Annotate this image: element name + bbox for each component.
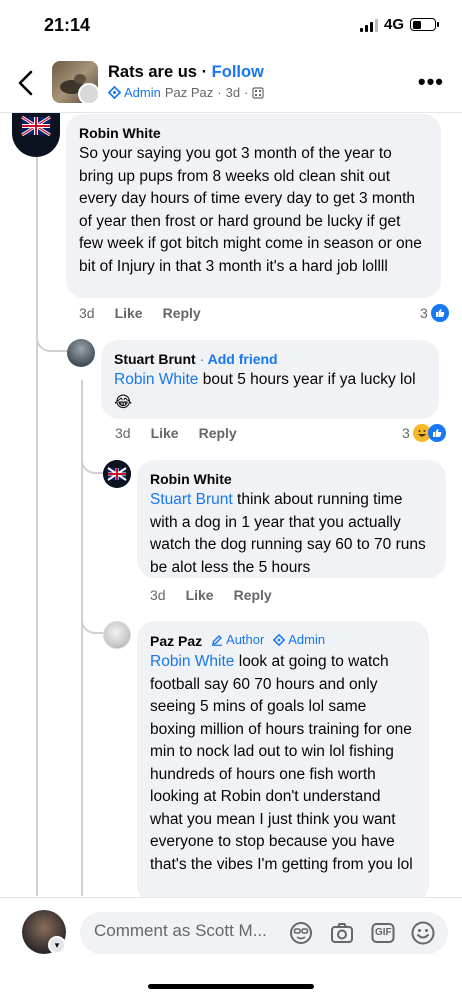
reaction-summary[interactable]: 3 [420, 304, 449, 322]
comment-actions: 3d Like Reply [150, 587, 272, 603]
comment-input-container[interactable]: GIF [80, 912, 448, 954]
group-name[interactable]: Rats are us [108, 63, 197, 81]
follow-button[interactable]: Follow [212, 63, 264, 81]
avatar-sticker-icon[interactable] [288, 920, 314, 946]
union-flag-logo-icon [14, 113, 58, 149]
home-indicator [148, 984, 314, 989]
header-divider [0, 112, 462, 113]
chevron-down-icon[interactable]: ▾ [48, 936, 66, 954]
author-mini-avatar [78, 83, 98, 103]
post-author-name[interactable]: Paz Paz [165, 85, 213, 100]
reply-button[interactable]: Reply [163, 305, 201, 321]
group-title: Rats are us · Follow [108, 63, 264, 81]
comment-time[interactable]: 3d [150, 587, 166, 603]
admin-badge: Admin [108, 85, 161, 100]
privacy-icon [252, 86, 265, 99]
comment-text: Robin White look at going to watch footb… [150, 653, 413, 873]
reply-button[interactable]: Reply [234, 587, 272, 603]
commenter-avatar[interactable] [103, 621, 131, 649]
thread-connector [36, 330, 68, 352]
mention-link[interactable]: Robin White [114, 371, 198, 388]
reply-bubble[interactable]: Robin White Stuart Brunt think about run… [137, 460, 446, 578]
signal-icon [359, 18, 378, 32]
group-avatar[interactable] [52, 61, 98, 103]
union-flag-logo-icon [103, 460, 131, 488]
like-button[interactable]: Like [151, 425, 179, 441]
comment-time[interactable]: 3d [115, 425, 131, 441]
commenter-avatar[interactable] [67, 339, 95, 367]
status-time: 21:14 [44, 15, 91, 35]
comment-author[interactable]: Robin White [79, 123, 428, 143]
thread-connector [81, 452, 103, 474]
reply-button[interactable]: Reply [199, 425, 237, 441]
more-icon[interactable]: ••• [418, 69, 444, 95]
back-chevron-icon[interactable] [14, 67, 38, 99]
post-time[interactable]: 3d [226, 85, 240, 100]
reply-bubble[interactable]: Paz Paz Author Admin Robin White look at… [137, 621, 429, 903]
emoji-icon[interactable] [410, 920, 436, 946]
like-reaction-icon [427, 424, 446, 442]
mention-link[interactable]: Stuart Brunt [150, 491, 233, 508]
thread-connector [81, 612, 103, 634]
comment-actions: 3d Like Reply [79, 305, 201, 321]
comment-text: Robin White bout 5 hours year if ya luck… [114, 371, 416, 411]
admin-badge: Admin [273, 630, 325, 650]
status-bar: 21:14 4G [0, 0, 462, 50]
add-friend-button[interactable]: Add friend [208, 351, 278, 367]
comment-text: So your saying you got 3 month of the ye… [79, 145, 422, 275]
comment-author[interactable]: Paz Paz [150, 633, 202, 649]
reply-author-line: Stuart Brunt · Add friend [114, 351, 278, 367]
camera-icon[interactable] [329, 920, 355, 946]
like-button[interactable]: Like [186, 587, 214, 603]
reply-bubble[interactable]: Stuart Brunt · Add friend Robin White bo… [101, 340, 439, 419]
reaction-count: 3 [402, 425, 410, 441]
comment-actions: 3d Like Reply [115, 425, 237, 441]
comment-author[interactable]: Stuart Brunt [114, 351, 196, 367]
thread-line-main [36, 156, 38, 896]
reaction-count: 3 [420, 305, 428, 321]
comment-bubble[interactable]: Robin White So your saying you got 3 mon… [66, 114, 441, 298]
network-label: 4G [383, 16, 404, 33]
admin-shield-icon [273, 634, 286, 646]
commenter-avatar[interactable] [12, 113, 60, 157]
comment-author[interactable]: Robin White [150, 469, 433, 489]
post-header: Rats are us · Follow Admin Paz Paz · 3d … [0, 55, 462, 111]
comment-text: Stuart Brunt think about running time wi… [150, 491, 426, 576]
comment-time[interactable]: 3d [79, 305, 95, 321]
admin-shield-icon [108, 86, 121, 99]
battery-icon [410, 18, 439, 31]
like-button[interactable]: Like [115, 305, 143, 321]
gif-icon[interactable]: GIF [370, 920, 396, 946]
like-reaction-icon [430, 304, 449, 322]
author-badge: Author [211, 630, 264, 650]
laughing-emoji-icon: 😂 [114, 393, 133, 411]
post-meta: Admin Paz Paz · 3d · [108, 85, 265, 100]
reply-author-line: Paz Paz Author Admin [150, 630, 416, 651]
commenter-avatar[interactable] [103, 460, 131, 488]
reaction-summary[interactable]: 3 [402, 424, 446, 442]
mention-link[interactable]: Robin White [150, 653, 234, 670]
pencil-icon [212, 635, 223, 646]
comment-input[interactable] [94, 921, 284, 941]
status-indicators: 4G [359, 16, 439, 33]
